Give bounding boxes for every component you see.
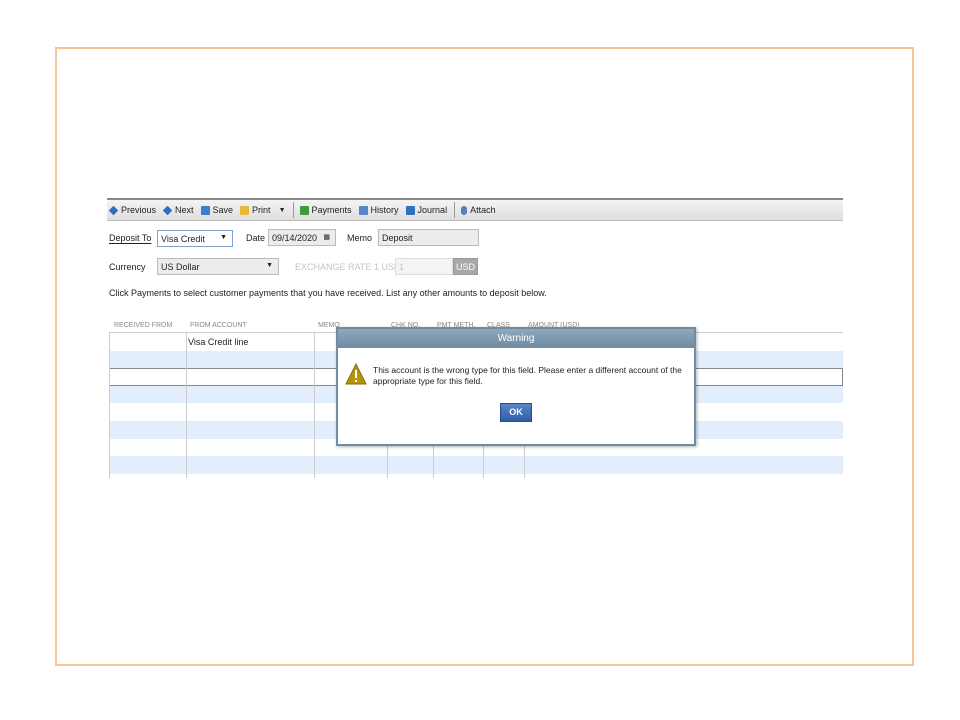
memo-label: Memo (347, 233, 373, 243)
deposit-to-select[interactable]: Visa Credit ▼ (157, 230, 233, 247)
journal-icon (405, 205, 415, 215)
exchange-rate-input[interactable]: 1 (395, 258, 453, 275)
toolbar-divider (454, 202, 456, 218)
history-button[interactable]: History (358, 205, 399, 215)
table-row[interactable] (109, 456, 843, 474)
instructions-text: Click Payments to select customer paymen… (109, 288, 547, 298)
chevron-down-icon: ▼ (220, 234, 227, 241)
journal-button[interactable]: Journal (405, 205, 447, 215)
toolbar: Previous Next Save Print ▼ Payments Histo… (107, 198, 843, 221)
dialog-message: This account is the wrong type for this … (373, 365, 682, 386)
column-divider (186, 333, 187, 478)
currency-select[interactable]: US Dollar ▼ (157, 258, 279, 275)
print-button[interactable]: Print ▼ (240, 205, 286, 215)
ok-button[interactable]: OK (500, 403, 532, 422)
payments-icon (299, 205, 309, 215)
arrow-right-icon (162, 205, 173, 215)
toolbar-divider (292, 202, 294, 218)
warning-icon (345, 363, 367, 385)
currency-label: Currency (109, 262, 146, 272)
next-button[interactable]: Next (162, 205, 194, 215)
warning-dialog: Warning This account is the wrong type f… (336, 327, 696, 446)
attach-button[interactable]: Attach (461, 205, 496, 215)
column-header[interactable]: FROM ACCOUNT (190, 322, 247, 329)
save-button[interactable]: Save (200, 205, 233, 215)
paperclip-icon (461, 205, 468, 215)
calendar-icon[interactable]: ▦ (323, 233, 330, 241)
from-account-cell[interactable]: Visa Credit line (188, 337, 248, 347)
previous-button[interactable]: Previous (108, 205, 156, 215)
save-icon (200, 205, 210, 215)
chevron-down-icon: ▼ (266, 262, 273, 269)
date-input[interactable]: 09/14/2020 ▦ (268, 229, 336, 246)
printer-icon (240, 205, 250, 215)
chevron-down-icon[interactable]: ▼ (279, 207, 286, 214)
payments-button[interactable]: Payments (299, 205, 352, 215)
deposit-to-label: Deposit To (109, 233, 152, 243)
column-divider (109, 333, 110, 478)
date-label: Date (246, 233, 266, 243)
column-divider (314, 333, 315, 478)
arrow-left-icon (108, 205, 119, 215)
exchange-rate-label: EXCHANGE RATE 1 USD = (295, 262, 409, 272)
exchange-currency-badge: USD (453, 258, 478, 275)
dialog-title: Warning (338, 329, 694, 348)
memo-input[interactable]: Deposit (378, 229, 479, 246)
history-icon (358, 205, 368, 215)
column-header[interactable]: RECEIVED FROM (114, 322, 172, 329)
